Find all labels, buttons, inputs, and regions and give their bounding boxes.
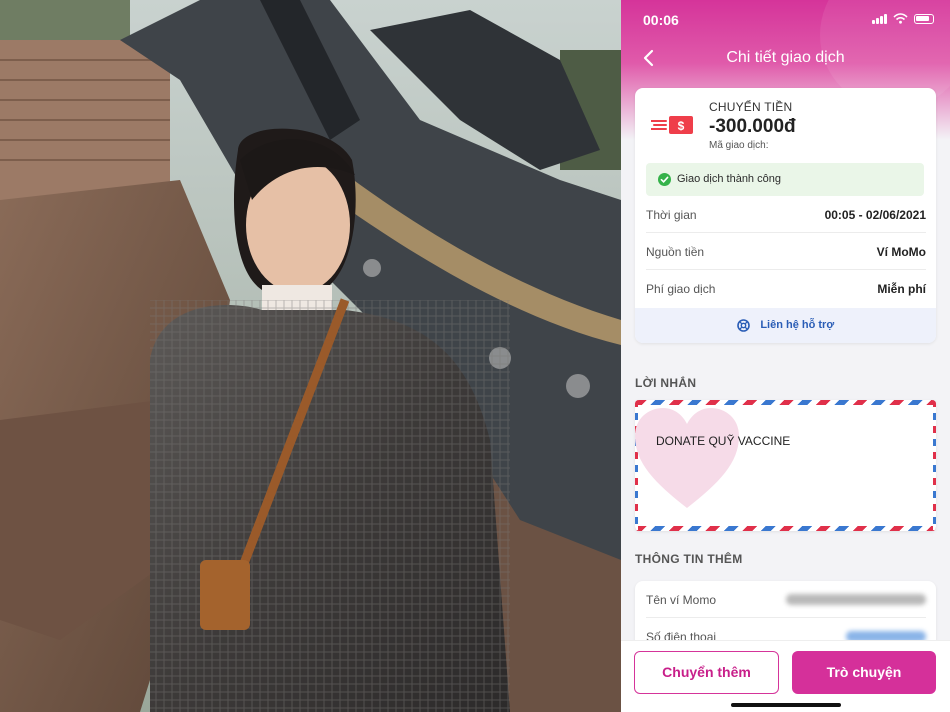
nav-bar: Chi tiết giao dịch [621, 42, 950, 74]
home-indicator [731, 703, 841, 707]
status-icons [872, 13, 934, 24]
airmail-border-right [933, 400, 936, 531]
detail-label: Thời gian [646, 208, 697, 222]
message-section-title: LỜI NHẮN [635, 376, 697, 390]
transaction-card: $ CHUYỂN TIỀN -300.000đ Mã giao dịch: Gi… [635, 88, 936, 343]
momo-screen: 00:06 Chi tiết giao dịch $ CHUYỂN TIỀN -… [621, 0, 950, 712]
support-label: Liên hệ hỗ trợ [760, 319, 835, 331]
wifi-icon [893, 13, 908, 24]
transaction-code-label: Mã giao dịch: [709, 140, 769, 151]
transaction-amount: -300.000đ [709, 116, 796, 137]
bottom-action-bar: Chuyển thêm Trò chuyện [621, 640, 950, 712]
redacted-value [786, 594, 926, 605]
transaction-type: CHUYỂN TIỀN [709, 100, 793, 114]
status-bar: 00:06 [621, 0, 950, 38]
message-card: DONATE QUỸ VACCINE [635, 400, 936, 531]
check-circle-icon [658, 173, 671, 186]
signal-icon [872, 13, 887, 24]
extra-info-section-title: THÔNG TIN THÊM [635, 552, 743, 566]
info-label: Tên ví Momo [646, 593, 717, 607]
detail-row-fee: Phí giao dịch Miễn phí [646, 270, 926, 307]
money-transfer-icon: $ [651, 116, 693, 134]
page-title: Chi tiết giao dịch [726, 49, 845, 66]
message-text: DONATE QUỸ VACCINE [656, 434, 791, 448]
detail-row-time: Thời gian 00:05 - 02/06/2021 [646, 196, 926, 233]
svg-text:$: $ [678, 119, 685, 133]
detail-row-source: Nguồn tiền Ví MoMo [646, 233, 926, 270]
transfer-more-button[interactable]: Chuyển thêm [634, 651, 779, 694]
detail-value: Miễn phí [877, 282, 926, 296]
detail-label: Nguồn tiền [646, 245, 705, 259]
support-button[interactable]: Liên hệ hỗ trợ [635, 308, 936, 343]
heart-decoration [635, 408, 739, 508]
chat-button[interactable]: Trò chuyện [792, 651, 936, 694]
lifebuoy-icon [737, 319, 750, 332]
status-time: 00:06 [643, 12, 679, 28]
status-badge: Giao dịch thành công [646, 163, 924, 196]
portrait-photo [0, 0, 621, 712]
status-text: Giao dịch thành công [677, 173, 781, 185]
detail-value: Ví MoMo [876, 245, 926, 259]
airmail-border-top [635, 400, 936, 405]
detail-label: Phí giao dịch [646, 282, 716, 296]
photo-panel [0, 0, 621, 712]
info-row-wallet-name: Tên ví Momo [646, 581, 926, 618]
battery-icon [914, 13, 934, 24]
detail-value: 00:05 - 02/06/2021 [824, 208, 926, 222]
airmail-border-bottom [635, 526, 936, 531]
